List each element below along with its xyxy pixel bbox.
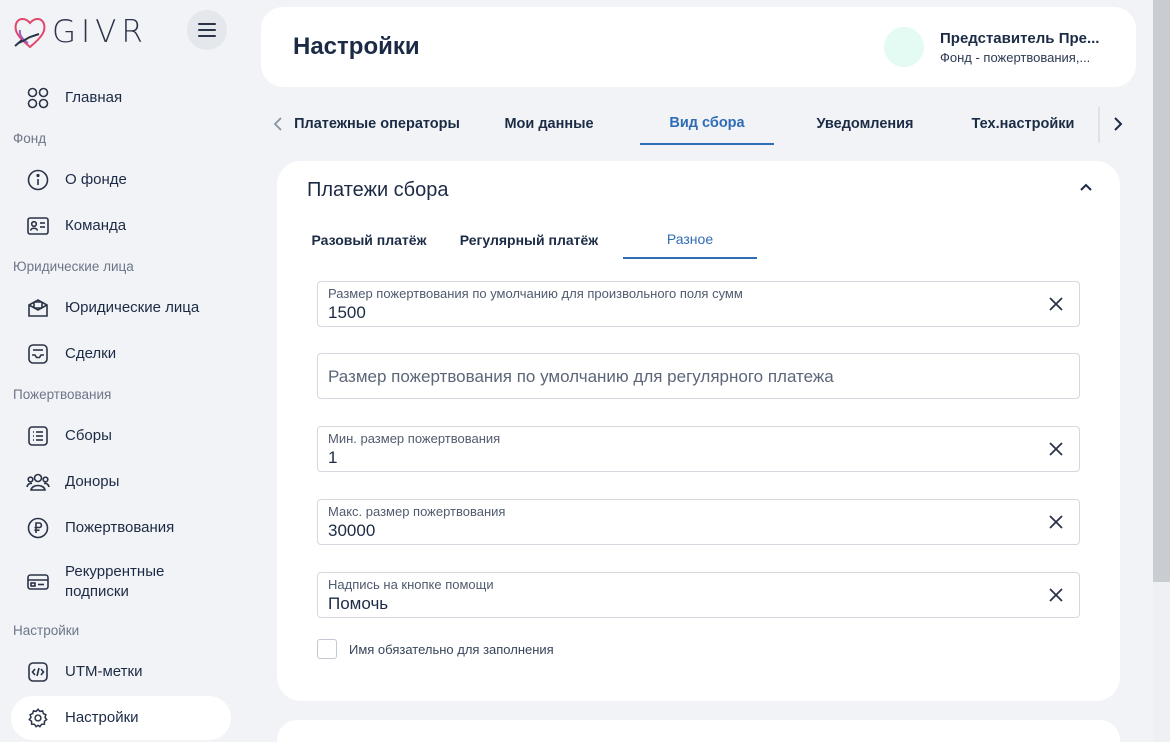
close-icon xyxy=(1049,588,1063,602)
grid-icon xyxy=(26,86,50,110)
users-icon xyxy=(26,470,50,494)
field-label: Размер пожертвования по умолчанию для пр… xyxy=(328,286,743,301)
clear-button[interactable] xyxy=(1047,295,1065,313)
tabs-scroll-left-button[interactable] xyxy=(267,113,289,135)
menu-toggle-button[interactable] xyxy=(187,10,227,50)
settings-tabs: Платежные операторы Мои данные Вид сбора… xyxy=(261,103,1136,147)
chevron-left-icon xyxy=(273,117,282,131)
tab-my-data[interactable]: Мои данные xyxy=(482,103,616,145)
brand-name: GIVR xyxy=(52,14,148,50)
heart-hand-logo-icon xyxy=(14,18,46,49)
sidebar-item-label: Юридические лица xyxy=(65,299,200,316)
sidebar-item-utm[interactable]: UTM-метки xyxy=(11,650,231,694)
field-label: Макс. размер пожертвования xyxy=(328,504,506,519)
sidebar-item-donors[interactable]: Доноры xyxy=(11,460,231,504)
sidebar-item-label: Настройки xyxy=(65,709,139,726)
close-icon xyxy=(1049,515,1063,529)
ruble-icon xyxy=(26,516,50,540)
chevron-up-icon xyxy=(1080,183,1092,191)
name-required-checkbox[interactable] xyxy=(317,639,337,659)
tabs-scroll-right-button[interactable] xyxy=(1107,113,1129,135)
subtab-misc[interactable]: Разное xyxy=(623,221,757,259)
sidebar-item-label: Сделки xyxy=(65,345,117,362)
card-icon xyxy=(26,570,50,594)
section-title-legal: Юридические лица xyxy=(13,259,134,274)
chevron-right-icon xyxy=(1114,117,1123,131)
sidebar-item-label: Доноры xyxy=(65,473,120,490)
field-value[interactable]: 30000 xyxy=(328,521,375,541)
help-button-text-field[interactable]: Надпись на кнопке помощи Помочь xyxy=(317,572,1080,618)
close-icon xyxy=(1049,442,1063,456)
clear-button[interactable] xyxy=(1047,586,1065,604)
section-title-donations: Пожертвования xyxy=(13,387,112,402)
close-icon xyxy=(1049,297,1063,311)
checkbox-label[interactable]: Имя обязательно для заполнения xyxy=(349,642,554,657)
sidebar-item-settings[interactable]: Настройки xyxy=(11,696,231,740)
tab-collection-view[interactable]: Вид сбора xyxy=(640,103,774,145)
logo[interactable]: GIVR xyxy=(12,12,148,52)
tab-notifications[interactable]: Уведомления xyxy=(798,103,932,145)
sidebar-item-fundraisers[interactable]: Сборы xyxy=(11,414,231,458)
page-title: Настройки xyxy=(293,33,420,60)
field-value[interactable]: Помочь xyxy=(328,594,388,614)
subtab-one-time-payment[interactable]: Разовый платёж xyxy=(307,221,431,259)
code-icon xyxy=(26,660,50,684)
field-label: Мин. размер пожертвования xyxy=(328,431,501,446)
inbox-icon xyxy=(26,342,50,366)
payments-card: Платежи сбора Разовый платёж Регулярный … xyxy=(277,161,1120,701)
sidebar-item-label: Рекуррентные подписки xyxy=(65,563,165,600)
briefcase-icon xyxy=(26,296,50,320)
hamburger-icon xyxy=(198,23,216,37)
sidebar-item-label: Пожертвования xyxy=(65,519,175,536)
sidebar-item-team[interactable]: Команда xyxy=(11,204,231,248)
field-value[interactable]: 1 xyxy=(328,448,337,468)
tab-payment-operators[interactable]: Платежные операторы xyxy=(293,103,461,145)
collapse-button[interactable] xyxy=(1077,178,1095,196)
card-title: Платежи сбора xyxy=(307,179,449,201)
subtab-regular-payment[interactable]: Регулярный платёж xyxy=(455,221,603,259)
scrollbar-thumb[interactable] xyxy=(1153,0,1170,582)
gear-icon xyxy=(26,706,50,730)
sidebar: GIVR Главная Фонд О фонде Команда Юридич… xyxy=(0,0,245,742)
min-amount-field[interactable]: Мин. размер пожертвования 1 xyxy=(317,426,1080,472)
id-card-icon xyxy=(26,214,50,238)
field-label: Надпись на кнопке помощи xyxy=(328,577,494,592)
list-icon xyxy=(26,424,50,448)
field-placeholder[interactable]: Размер пожертвования по умолчанию для ре… xyxy=(328,367,834,387)
max-amount-field[interactable]: Макс. размер пожертвования 30000 xyxy=(317,499,1080,545)
app-root: GIVR Главная Фонд О фонде Команда Юридич… xyxy=(0,0,1170,742)
sidebar-item-label: UTM-метки xyxy=(65,663,143,680)
sidebar-item-label: Сборы xyxy=(65,427,112,444)
sidebar-item-home[interactable]: Главная xyxy=(11,76,231,120)
default-regular-amount-field[interactable]: Размер пожертвования по умолчанию для ре… xyxy=(317,353,1080,399)
user-name[interactable]: Представитель Пре... xyxy=(940,30,1110,47)
sidebar-item-legal-entities[interactable]: Юридические лица xyxy=(11,286,231,330)
clear-button[interactable] xyxy=(1047,513,1065,531)
sidebar-item-donations[interactable]: Пожертвования xyxy=(11,506,231,550)
page-header: Настройки Представитель Пре... Фонд - по… xyxy=(261,7,1136,87)
tabs-divider xyxy=(1098,107,1100,143)
section-title-fund: Фонд xyxy=(13,131,47,146)
clear-button[interactable] xyxy=(1047,440,1065,458)
avatar[interactable] xyxy=(884,27,924,67)
info-icon xyxy=(26,168,50,192)
user-organization: Фонд - пожертвования,... xyxy=(940,50,1091,65)
next-card xyxy=(277,720,1120,742)
sidebar-item-label: Главная xyxy=(65,89,123,106)
sidebar-item-label: О фонде xyxy=(65,171,127,188)
default-amount-field[interactable]: Размер пожертвования по умолчанию для пр… xyxy=(317,281,1080,327)
sidebar-item-recurring-subscriptions[interactable]: Рекуррентные подписки xyxy=(11,552,231,612)
name-required-row: Имя обязательно для заполнения xyxy=(317,639,554,659)
field-value[interactable]: 1500 xyxy=(328,303,366,323)
section-title-settings: Настройки xyxy=(13,623,80,638)
tab-tech-settings[interactable]: Тех.настройки xyxy=(956,103,1090,145)
sidebar-item-deals[interactable]: Сделки xyxy=(11,332,231,376)
sidebar-item-label: Команда xyxy=(65,217,127,234)
sidebar-item-about[interactable]: О фонде xyxy=(11,158,231,202)
